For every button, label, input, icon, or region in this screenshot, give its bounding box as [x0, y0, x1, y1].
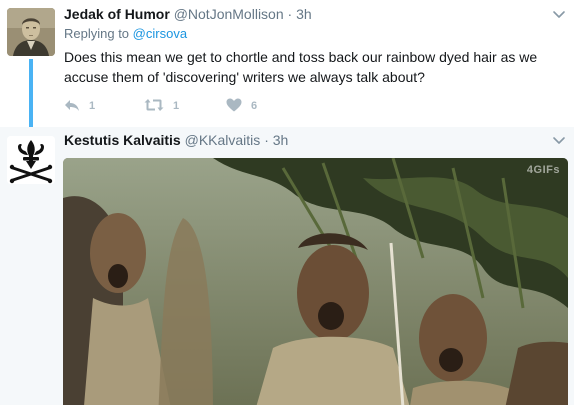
author-handle[interactable]: @KKalvaitis [185, 132, 261, 148]
separator-dot: · [287, 6, 293, 22]
thread-connector-line [29, 59, 33, 131]
reply-icon [64, 98, 80, 115]
like-count: 6 [251, 100, 258, 112]
retweet-count: 1 [173, 100, 180, 112]
reply-to-link[interactable]: @cirsova [133, 26, 187, 41]
author-name[interactable]: Jedak of Humor [64, 6, 170, 22]
tweet-header: Kestutis Kalvaitis @KKalvaitis · 3h [64, 131, 288, 149]
chevron-down-icon[interactable] [552, 7, 566, 21]
reply-count: 1 [89, 100, 96, 112]
tweet-feed: Jedak of Humor @NotJonMollison · 3h Repl… [0, 0, 574, 405]
chevron-down-icon[interactable] [552, 133, 566, 147]
gif-media[interactable]: 4GIFs [63, 158, 568, 405]
tweet[interactable]: Kestutis Kalvaitis @KKalvaitis · 3h 4GIF… [0, 127, 574, 405]
timestamp[interactable]: 3h [296, 6, 312, 22]
retweet-button[interactable]: 1 [144, 98, 226, 115]
fleur-de-lis-skull-crossbones-icon [7, 136, 55, 184]
reply-button[interactable]: 1 [64, 98, 144, 115]
separator-dot: · [264, 132, 269, 148]
author-handle[interactable]: @NotJonMollison [174, 6, 284, 22]
reply-context: Replying to @cirsova [64, 26, 187, 42]
avatar[interactable] [7, 136, 55, 184]
author-name[interactable]: Kestutis Kalvaitis [64, 132, 181, 148]
portrait-photo [7, 8, 55, 56]
tweet-text: Does this mean we get to chortle and tos… [64, 49, 538, 85]
heart-icon [226, 98, 242, 115]
tweet-actions: 1 1 6 [64, 97, 306, 115]
timestamp[interactable]: 3h [273, 132, 289, 148]
retweet-icon [144, 98, 164, 115]
tweet-header: Jedak of Humor @NotJonMollison · 3h [64, 5, 312, 23]
gif-frame-image [63, 158, 568, 405]
like-button[interactable]: 6 [226, 98, 306, 115]
tweet[interactable]: Jedak of Humor @NotJonMollison · 3h Repl… [0, 0, 574, 131]
avatar[interactable] [7, 8, 55, 56]
reply-prefix: Replying to [64, 26, 130, 41]
gif-watermark: 4GIFs [526, 164, 560, 176]
